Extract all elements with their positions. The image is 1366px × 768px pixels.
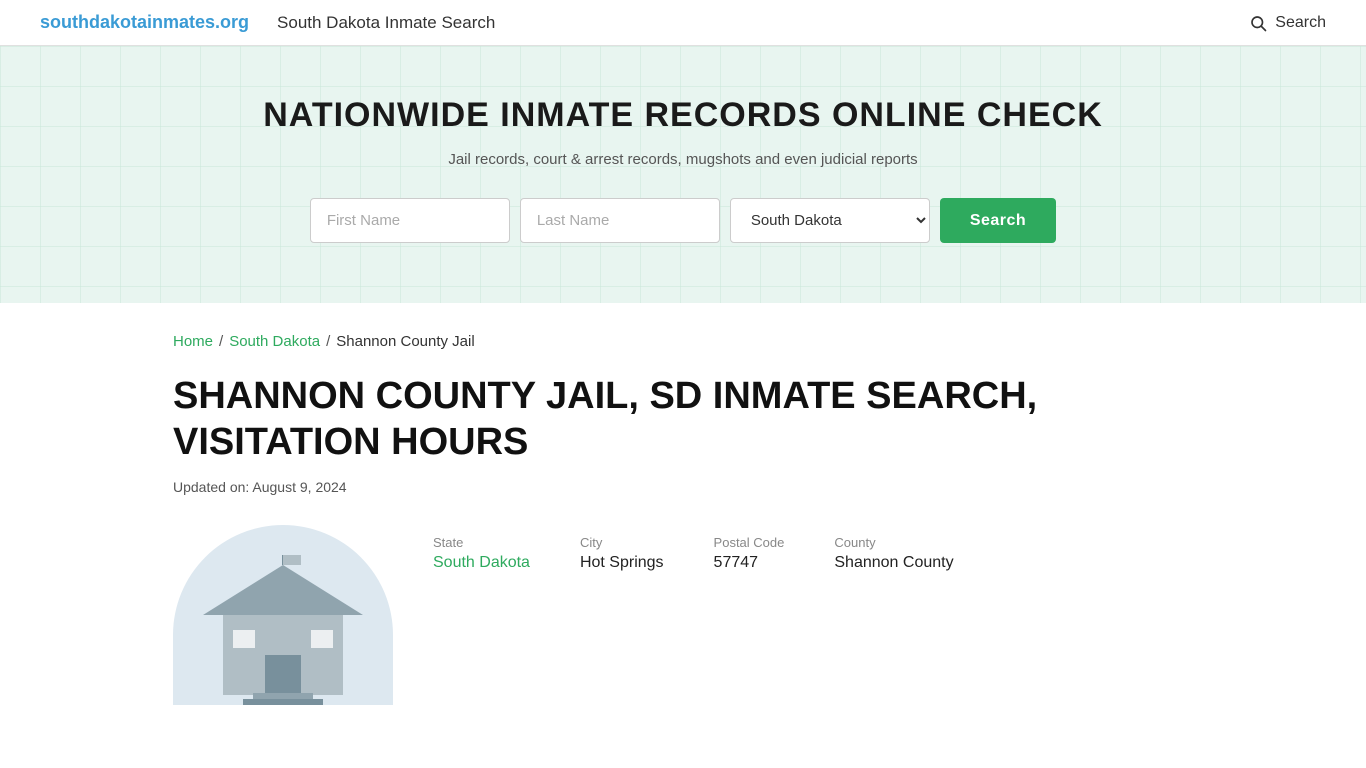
search-form: AlabamaAlaskaArizonaArkansasCaliforniaCo… xyxy=(20,198,1346,243)
building-svg xyxy=(193,555,373,705)
details-grid: State South Dakota City Hot Springs Post… xyxy=(433,525,954,572)
postal-value: 57747 xyxy=(714,554,785,572)
last-name-input[interactable] xyxy=(520,198,720,243)
header-search-label: Search xyxy=(1275,14,1326,32)
breadcrumb-home[interactable]: Home xyxy=(173,333,213,350)
county-detail: County Shannon County xyxy=(834,535,953,572)
breadcrumb-sep-2: / xyxy=(326,333,330,350)
postal-detail: Postal Code 57747 xyxy=(714,535,785,572)
site-header: southdakotainmates.org South Dakota Inma… xyxy=(0,0,1366,46)
state-select[interactable]: AlabamaAlaskaArizonaArkansasCaliforniaCo… xyxy=(730,198,930,243)
city-value: Hot Springs xyxy=(580,554,664,572)
header-site-title: South Dakota Inmate Search xyxy=(277,13,495,33)
county-value: Shannon County xyxy=(834,554,953,572)
city-label: City xyxy=(580,535,664,550)
search-button[interactable]: Search xyxy=(940,198,1056,243)
hero-banner: NATIONWIDE INMATE RECORDS ONLINE CHECK J… xyxy=(0,46,1366,303)
breadcrumb: Home / South Dakota / Shannon County Jai… xyxy=(173,333,1193,350)
search-icon xyxy=(1249,14,1267,32)
state-detail: State South Dakota xyxy=(433,535,530,572)
city-detail: City Hot Springs xyxy=(580,535,664,572)
hero-subtitle: Jail records, court & arrest records, mu… xyxy=(20,151,1346,168)
postal-label: Postal Code xyxy=(714,535,785,550)
state-label: State xyxy=(433,535,530,550)
site-logo[interactable]: southdakotainmates.org xyxy=(40,12,249,33)
breadcrumb-current: Shannon County Jail xyxy=(336,333,474,350)
hero-title: NATIONWIDE INMATE RECORDS ONLINE CHECK xyxy=(20,96,1346,135)
state-value[interactable]: South Dakota xyxy=(433,554,530,572)
header-search-button[interactable]: Search xyxy=(1249,14,1326,32)
county-label: County xyxy=(834,535,953,550)
main-content: Home / South Dakota / Shannon County Jai… xyxy=(133,303,1233,745)
breadcrumb-state[interactable]: South Dakota xyxy=(229,333,320,350)
breadcrumb-sep-1: / xyxy=(219,333,223,350)
updated-date: Updated on: August 9, 2024 xyxy=(173,479,1193,495)
first-name-input[interactable] xyxy=(310,198,510,243)
page-title: SHANNON COUNTY JAIL, SD INMATE SEARCH, V… xyxy=(173,374,1193,465)
building-illustration xyxy=(173,525,393,705)
info-section: State South Dakota City Hot Springs Post… xyxy=(173,525,1193,705)
